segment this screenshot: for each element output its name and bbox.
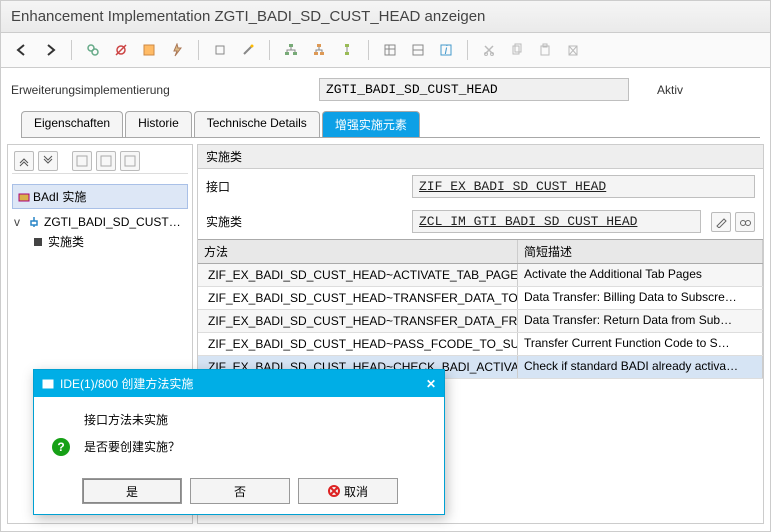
question-icon: ? [52, 438, 70, 456]
window-title: Enhancement Implementation ZGTI_BADI_SD_… [1, 1, 770, 33]
collapse-all-icon[interactable] [14, 151, 34, 171]
folder-icon [18, 191, 30, 203]
table-row[interactable]: ZIF_EX_BADI_SD_CUST_HEAD~PASS_FCODE_TO_S… [198, 333, 763, 356]
table-row[interactable]: ZIF_EX_BADI_SD_CUST_HEAD~TRANSFER_DATA_T… [198, 287, 763, 310]
dialog-line1: 接口方法未实施 [84, 411, 426, 428]
plug-icon [28, 216, 40, 228]
form-row-impl: Erweiterungsimplementierung Aktiv [1, 68, 770, 105]
impl-input[interactable] [319, 78, 629, 101]
tab-bar: Eigenschaften Historie Technische Detail… [21, 111, 760, 138]
hierarchy-3-icon[interactable] [336, 39, 358, 61]
no-button[interactable]: 否 [190, 478, 290, 504]
cancel-icon [328, 485, 340, 497]
hierarchy-2-icon[interactable] [308, 39, 330, 61]
table-row[interactable]: ZIF_EX_BADI_SD_CUST_HEAD~ACTIVATE_TAB_PA… [198, 264, 763, 287]
cell-desc: Check if standard BADI already activa… [518, 356, 763, 378]
sidebar-header: BAdI 实施 [12, 184, 188, 209]
tab-history[interactable]: Historie [125, 111, 192, 137]
impl-label: Erweiterungsimplementierung [11, 83, 311, 97]
display-toggle-icon[interactable] [82, 39, 104, 61]
other-object-icon[interactable] [110, 39, 132, 61]
tab-enh-elements[interactable]: 增强实施元素 [322, 111, 420, 137]
delete-paste-icon[interactable] [562, 39, 584, 61]
svg-text:i: i [445, 43, 448, 57]
expand-all-icon[interactable] [38, 151, 58, 171]
tree-toggle-icon[interactable]: v [14, 215, 24, 229]
tool-2-icon[interactable] [96, 151, 116, 171]
tab-properties[interactable]: Eigenschaften [21, 111, 123, 137]
wizard-icon[interactable] [237, 39, 259, 61]
impl-status: Aktiv [657, 83, 683, 97]
edit-icon[interactable] [711, 212, 731, 232]
forward-icon[interactable] [39, 39, 61, 61]
cancel-label: 取消 [344, 483, 368, 500]
class-icon [32, 236, 44, 248]
paste-icon[interactable] [534, 39, 556, 61]
cell-method: ZIF_EX_BADI_SD_CUST_HEAD~ACTIVATE_TAB_PA… [198, 264, 518, 286]
yes-button[interactable]: 是 [82, 478, 182, 504]
tool-3-icon[interactable] [120, 151, 140, 171]
glasses-icon[interactable] [735, 212, 755, 232]
back-icon[interactable] [11, 39, 33, 61]
class-input[interactable] [412, 210, 701, 233]
check-icon[interactable] [138, 39, 160, 61]
class-label: 实施类 [206, 213, 406, 230]
cell-method: ZIF_EX_BADI_SD_CUST_HEAD~TRANSFER_DATA_F… [198, 310, 518, 332]
cell-method: ZIF_EX_BADI_SD_CUST_HEAD~TRANSFER_DATA_T… [198, 287, 518, 309]
method-table: 方法 简短描述 ZIF_EX_BADI_SD_CUST_HEAD~ACTIVAT… [198, 239, 763, 379]
cell-desc: Data Transfer: Billing Data to Subscre… [518, 287, 763, 309]
interface-input[interactable] [412, 175, 755, 198]
dialog-icon [42, 378, 54, 390]
cell-method: ZIF_EX_BADI_SD_CUST_HEAD~PASS_FCODE_TO_S… [198, 333, 518, 355]
tool-1-icon[interactable] [72, 151, 92, 171]
where-used-icon[interactable] [209, 39, 231, 61]
tree-root[interactable]: v ZGTI_BADI_SD_CUST… [14, 213, 188, 231]
tree: v ZGTI_BADI_SD_CUST… 实施类 [12, 213, 188, 252]
activate-icon[interactable] [166, 39, 188, 61]
close-icon[interactable]: ✕ [426, 377, 436, 391]
interface-label: 接口 [206, 178, 406, 195]
cell-desc: Data Transfer: Return Data from Sub… [518, 310, 763, 332]
cell-desc: Transfer Current Function Code to S… [518, 333, 763, 355]
cell-desc: Activate the Additional Tab Pages [518, 264, 763, 286]
table-row[interactable]: ZIF_EX_BADI_SD_CUST_HEAD~TRANSFER_DATA_F… [198, 310, 763, 333]
tab-tech-details[interactable]: Technische Details [194, 111, 320, 137]
create-method-dialog: IDE(1)/800 创建方法实施 ✕ 接口方法未实施 ? 是否要创建实施？ 是… [33, 369, 445, 515]
tree-root-label: ZGTI_BADI_SD_CUST… [44, 215, 181, 229]
col-method-header: 方法 [198, 240, 518, 263]
hierarchy-1-icon[interactable] [280, 39, 302, 61]
cancel-button[interactable]: 取消 [298, 478, 398, 504]
sidebar-header-label: BAdI 实施 [33, 188, 86, 205]
dialog-title: IDE(1)/800 创建方法实施 [60, 375, 193, 392]
sidebar-toolbar [12, 149, 188, 174]
col-desc-header: 简短描述 [518, 240, 763, 263]
tree-child-label: 实施类 [48, 233, 84, 250]
cut-icon[interactable] [478, 39, 500, 61]
dialog-titlebar: IDE(1)/800 创建方法实施 ✕ [34, 370, 444, 397]
copy-icon[interactable] [506, 39, 528, 61]
group-header: 实施类 [198, 145, 763, 169]
layout-2-icon[interactable] [407, 39, 429, 61]
main-toolbar: i [1, 33, 770, 68]
tree-child[interactable]: 实施类 [14, 231, 188, 252]
layout-1-icon[interactable] [379, 39, 401, 61]
info-icon[interactable]: i [435, 39, 457, 61]
dialog-line2: 是否要创建实施？ [84, 438, 180, 455]
